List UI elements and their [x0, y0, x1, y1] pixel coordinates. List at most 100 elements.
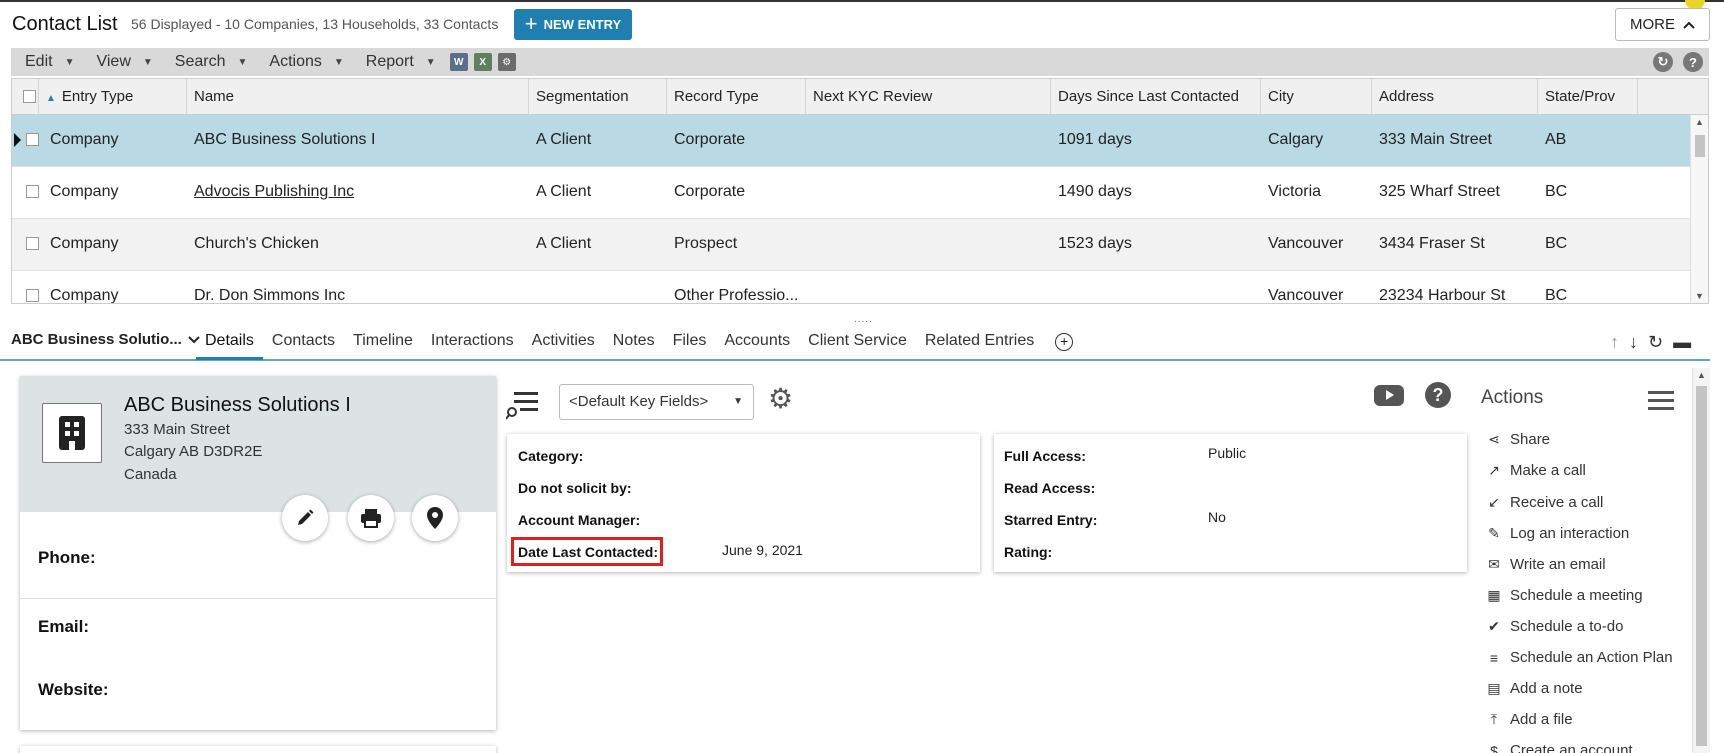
- action-schedule-todo[interactable]: ✔ Schedule a to-do: [1486, 618, 1623, 635]
- share-icon: ⋖: [1488, 431, 1500, 447]
- col-entry-type[interactable]: ▲ Entry Type: [39, 79, 187, 115]
- menu-report[interactable]: Report ▼: [366, 53, 436, 71]
- detail-scroll-thumb[interactable]: [1696, 386, 1707, 746]
- card-divider: [20, 598, 496, 599]
- menu-search[interactable]: Search ▼: [175, 53, 248, 71]
- table-row[interactable]: Company Advocis Publishing Inc A Client …: [12, 167, 1692, 219]
- col-next-kyc[interactable]: Next KYC Review: [806, 79, 1051, 115]
- action-create-account[interactable]: $ Create an account: [1486, 742, 1632, 753]
- key-fields-select[interactable]: <Default Key Fields> ▼: [559, 384, 754, 420]
- print-button[interactable]: [348, 495, 394, 541]
- actions-title: Actions: [1481, 387, 1544, 408]
- hamburger-menu-icon[interactable]: [1648, 391, 1674, 411]
- scroll-up-icon[interactable]: ▲: [1697, 370, 1706, 380]
- more-button[interactable]: MORE: [1615, 8, 1710, 41]
- tab-client-service[interactable]: Client Service: [799, 324, 916, 360]
- grid-scroll-thumb[interactable]: [1695, 135, 1705, 157]
- tab-timeline[interactable]: Timeline: [344, 324, 422, 360]
- scroll-down-icon[interactable]: ▼: [1695, 291, 1704, 301]
- map-button[interactable]: [412, 495, 458, 541]
- key-fields-icon[interactable]: [505, 390, 540, 420]
- col-record-type[interactable]: Record Type: [667, 79, 806, 115]
- tab-notes[interactable]: Notes: [604, 324, 664, 360]
- tab-toolbar: ↑ ↓ ↻ ▬: [1610, 332, 1691, 353]
- col-segmentation[interactable]: Segmentation: [529, 79, 667, 115]
- select-all-checkbox[interactable]: [23, 90, 36, 103]
- tab-contacts[interactable]: Contacts: [263, 324, 344, 360]
- col-name[interactable]: Name: [187, 79, 529, 115]
- cell-name[interactable]: ABC Business Solutions I: [187, 115, 529, 165]
- row-checkbox[interactable]: [26, 237, 39, 250]
- map-pin-icon: [427, 507, 443, 529]
- grid-scrollbar[interactable]: ▲ ▼: [1690, 115, 1708, 303]
- arrow-in-icon: ↙: [1488, 494, 1500, 510]
- help-icon[interactable]: ?: [1425, 382, 1451, 408]
- add-tab-icon[interactable]: +: [1055, 333, 1074, 351]
- action-log-interaction[interactable]: ✎ Log an interaction: [1486, 525, 1629, 542]
- excel-icon[interactable]: X: [473, 53, 492, 71]
- layout-icon[interactable]: ▬: [1673, 332, 1691, 353]
- col-address[interactable]: Address: [1372, 79, 1538, 115]
- col-days-since[interactable]: Days Since Last Contacted: [1051, 79, 1261, 115]
- arrow-up-icon[interactable]: ↑: [1610, 332, 1619, 353]
- cell-name[interactable]: Advocis Publishing Inc: [187, 167, 529, 217]
- edit-button[interactable]: [282, 495, 328, 541]
- table-row[interactable]: Company Dr. Don Simmons Inc Other Profes…: [12, 271, 1692, 303]
- youtube-icon[interactable]: [1374, 385, 1404, 406]
- col-state[interactable]: State/Prov: [1538, 79, 1638, 115]
- entry-selector[interactable]: ABC Business Solutio...: [11, 331, 200, 348]
- cell-kyc: [806, 167, 1051, 217]
- action-add-file[interactable]: ⤒ Add a file: [1486, 711, 1573, 728]
- col-city[interactable]: City: [1261, 79, 1372, 115]
- action-write-email[interactable]: ✉ Write an email: [1486, 556, 1605, 573]
- action-make-call[interactable]: ↗ Make a call: [1486, 462, 1586, 479]
- action-share[interactable]: ⋖ Share: [1486, 431, 1550, 448]
- starred-entry-label: Starred Entry:: [1004, 512, 1098, 528]
- word-icon[interactable]: W: [449, 53, 468, 71]
- refresh-icon[interactable]: ↻: [1648, 332, 1663, 353]
- cell-state: BC: [1545, 183, 1568, 200]
- refresh-icon[interactable]: ↻: [1653, 52, 1673, 72]
- tab-accounts[interactable]: Accounts: [715, 324, 799, 360]
- table-row[interactable]: Company ABC Business Solutions I A Clien…: [12, 115, 1692, 167]
- row-checkbox[interactable]: [26, 289, 39, 302]
- menu-actions[interactable]: Actions ▼: [269, 53, 343, 71]
- menu-edit[interactable]: Edit ▼: [25, 53, 74, 71]
- merge-icon[interactable]: ⚙: [497, 53, 516, 71]
- row-checkbox[interactable]: [26, 185, 39, 198]
- account-manager-label: Account Manager:: [518, 512, 641, 528]
- detail-scrollbar[interactable]: ▲: [1692, 368, 1710, 753]
- page-title: Contact List: [12, 13, 118, 35]
- cell-address: 333 Main Street: [1379, 131, 1492, 148]
- scroll-up-icon[interactable]: ▲: [1695, 117, 1704, 127]
- tab-related-entries[interactable]: Related Entries: [916, 324, 1043, 360]
- cell-entry-type: Company: [50, 183, 119, 200]
- tab-activities[interactable]: Activities: [523, 324, 604, 360]
- cell-name[interactable]: Dr. Don Simmons Inc: [187, 271, 529, 303]
- row-checkbox[interactable]: [26, 133, 39, 146]
- card-title: ABC Business Solutions I: [124, 394, 351, 416]
- cell-entry-type: Company: [50, 131, 119, 148]
- full-access-value: Public: [1208, 445, 1247, 461]
- arrow-down-icon[interactable]: ↓: [1629, 332, 1638, 353]
- table-row[interactable]: Company Church's Chicken A Client Prospe…: [12, 219, 1692, 271]
- cell-record-type: Prospect: [674, 235, 738, 252]
- tab-files[interactable]: Files: [664, 324, 716, 360]
- cell-city: Vancouver: [1268, 235, 1344, 252]
- menu-view[interactable]: View ▼: [96, 53, 152, 71]
- date-last-contacted-value: June 9, 2021: [722, 542, 803, 558]
- card-country: Canada: [124, 466, 177, 483]
- new-entry-button[interactable]: + NEW ENTRY: [514, 9, 632, 40]
- page-subtitle: 56 Displayed - 10 Companies, 13 Househol…: [131, 16, 499, 32]
- tab-details[interactable]: Details: [196, 324, 263, 360]
- action-receive-call[interactable]: ↙ Receive a call: [1486, 494, 1603, 511]
- action-schedule-meeting[interactable]: ▦ Schedule a meeting: [1486, 587, 1642, 604]
- action-schedule-action-plan[interactable]: ≡ Schedule an Action Plan: [1486, 649, 1673, 666]
- gear-icon[interactable]: ⚙: [768, 382, 793, 415]
- upload-icon: ⤒: [1490, 711, 1498, 727]
- action-add-note[interactable]: ▤ Add a note: [1486, 680, 1582, 697]
- help-icon[interactable]: ?: [1683, 52, 1703, 72]
- cell-name[interactable]: Church's Chicken: [187, 219, 529, 269]
- cell-kyc: [806, 219, 1051, 269]
- tab-interactions[interactable]: Interactions: [422, 324, 523, 360]
